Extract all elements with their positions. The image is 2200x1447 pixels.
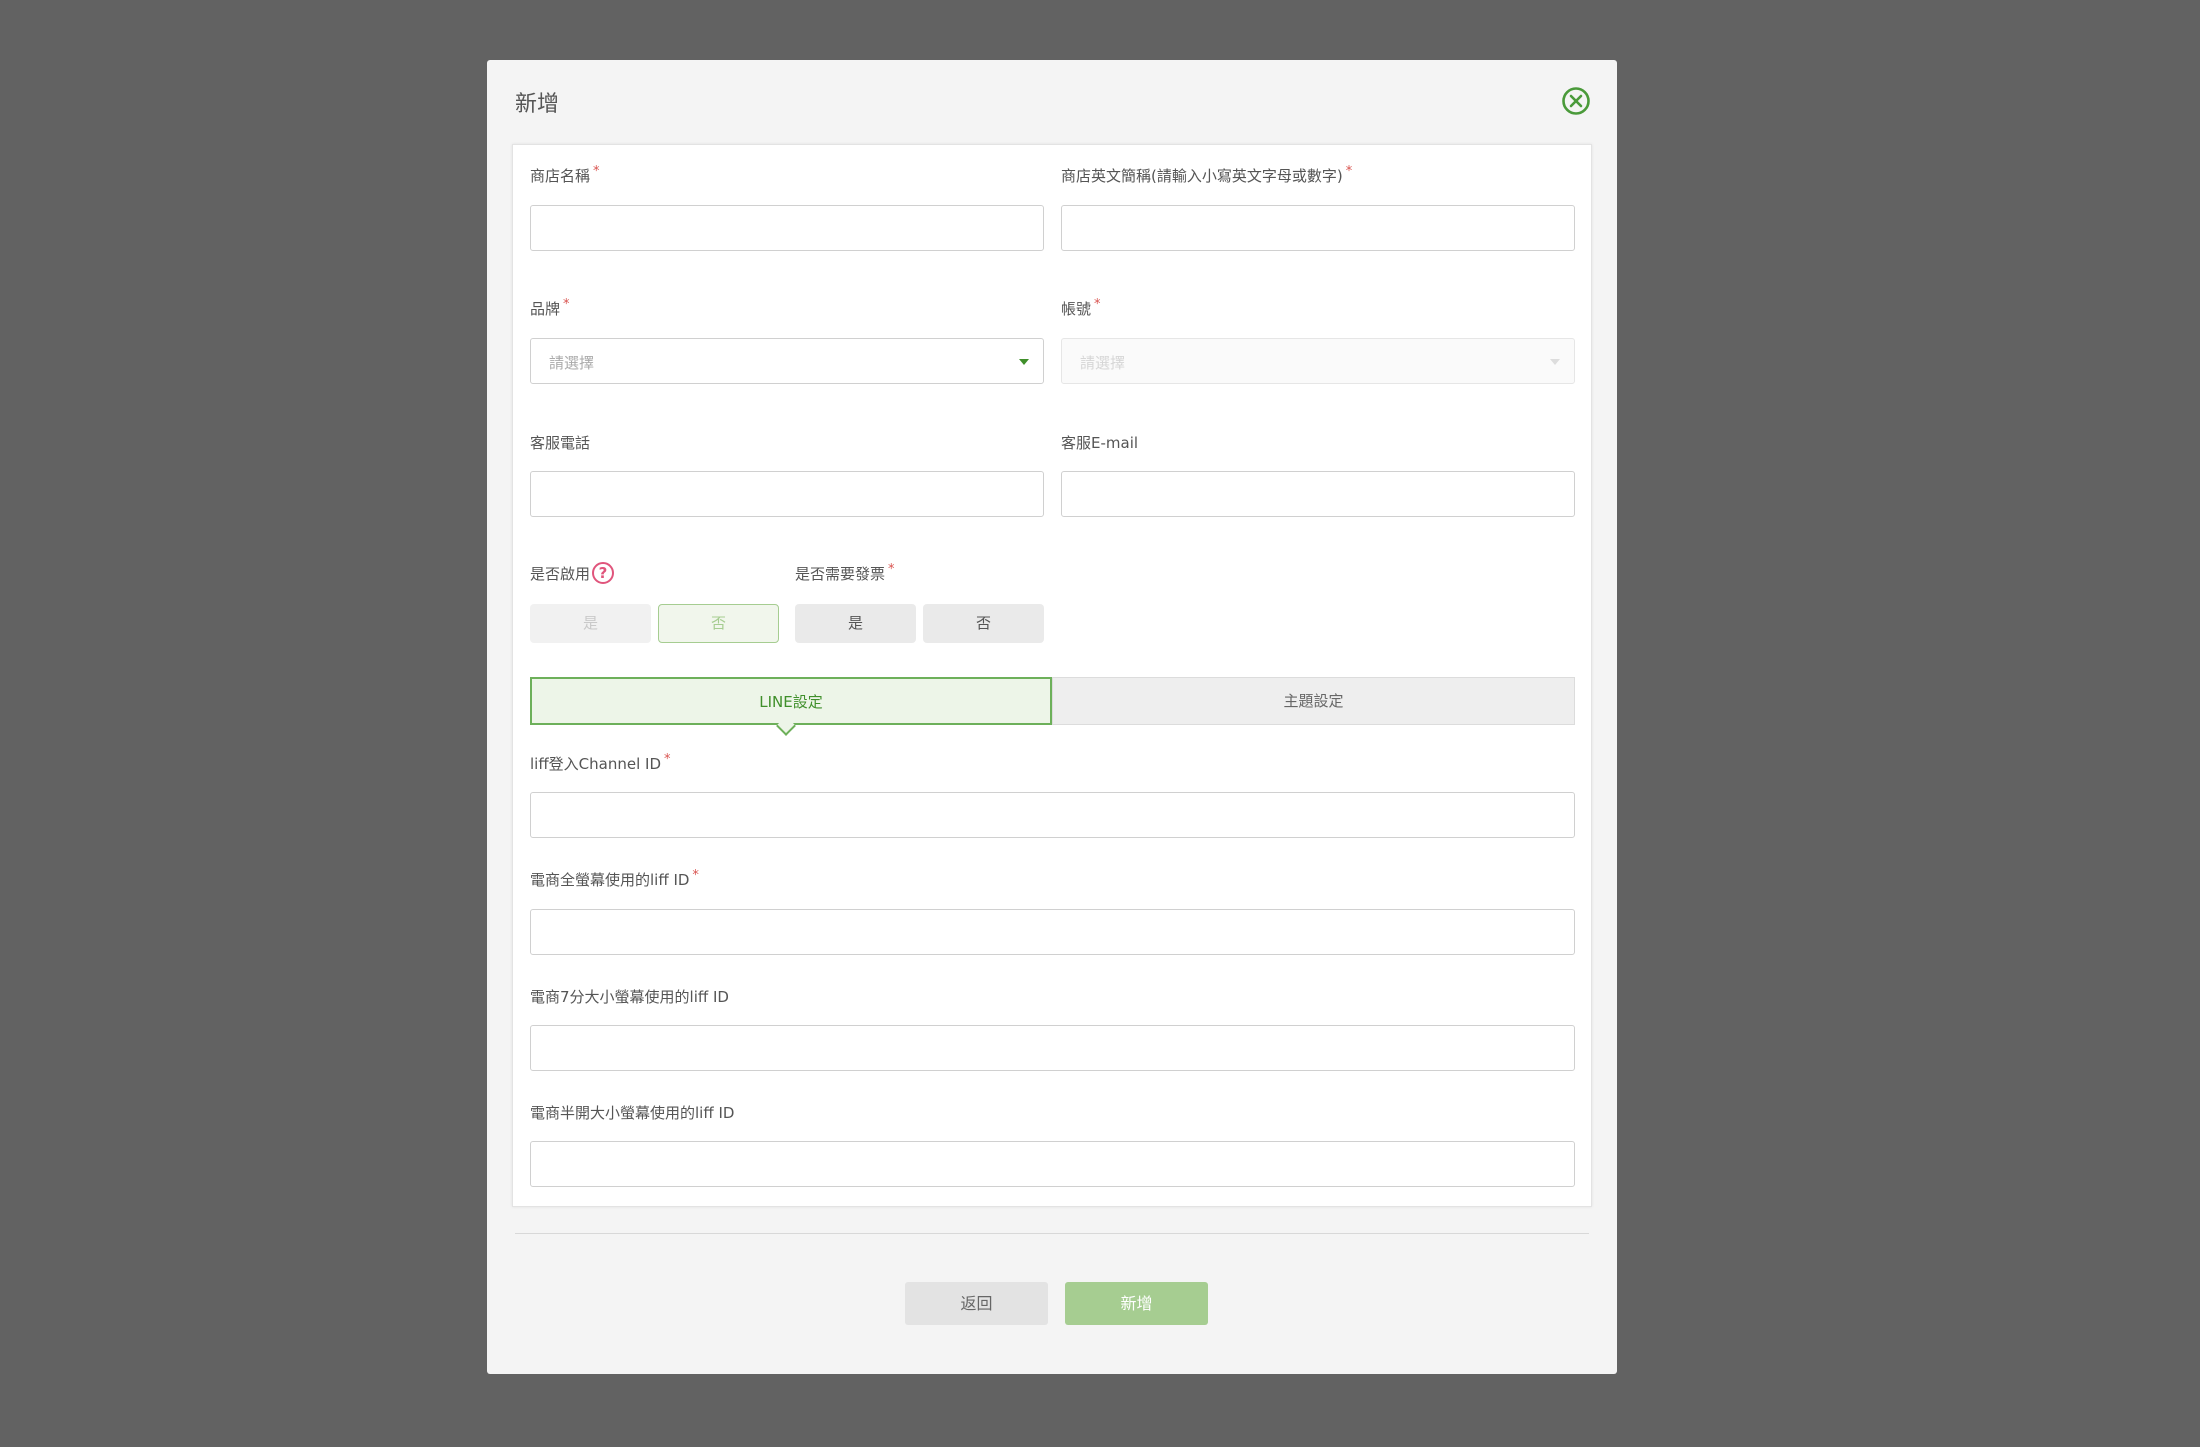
tall-liff-label: 電商7分大小螢幕使用的liff ID [530,988,729,1006]
compact-liff-input[interactable] [530,1141,1575,1187]
submit-button[interactable]: 新增 [1065,1282,1208,1325]
tall-liff-input[interactable] [530,1025,1575,1071]
tab-line-settings[interactable]: LINE設定 [530,677,1052,725]
caret-down-icon [1550,359,1560,365]
caret-down-icon [1019,359,1029,365]
enabled-no-toggle: 否 [658,604,779,643]
add-store-modal: 新增 商店名稱 * 商店英文簡稱(請輸入小寫英文字母或數字) * 品牌 * 請選擇 帳… [487,60,1617,1374]
invoice-no-toggle[interactable]: 否 [923,604,1044,643]
footer-divider [515,1233,1589,1234]
brand-select[interactable]: 請選擇 [530,338,1044,384]
modal-header: 新增 [487,60,1617,144]
store-name-input[interactable] [530,205,1044,251]
brand-placeholder: 請選擇 [549,354,595,372]
form-card: 商店名稱 * 商店英文簡稱(請輸入小寫英文字母或數字) * 品牌 * 請選擇 帳號 * … [512,144,1592,1207]
account-label: 帳號 * [1061,297,1101,318]
back-button[interactable]: 返回 [905,1282,1048,1325]
question-circle-icon[interactable]: ? [592,561,615,584]
channel-id-label: liff登入Channel ID * [530,752,671,773]
close-circle-icon [1562,87,1590,115]
account-placeholder: 請選擇 [1080,354,1126,372]
compact-liff-label: 電商半開大小螢幕使用的liff ID [530,1104,735,1122]
service-email-input[interactable] [1061,471,1575,517]
service-phone-label: 客服電話 [530,434,591,452]
brand-label: 品牌 * [530,297,570,318]
full-liff-input[interactable] [530,909,1575,955]
account-select: 請選擇 [1061,338,1575,384]
channel-id-input[interactable] [530,792,1575,838]
service-phone-input[interactable] [530,471,1044,517]
close-button[interactable] [1561,86,1591,116]
modal-title: 新增 [515,92,560,117]
store-en-name-input[interactable] [1061,205,1575,251]
enabled-yes-toggle: 是 [530,604,651,643]
invoice-label: 是否需要發票 * [795,562,895,583]
enabled-label: 是否啟用? [530,561,615,586]
store-en-name-label: 商店英文簡稱(請輸入小寫英文字母或數字) * [1061,164,1353,185]
invoice-yes-toggle[interactable]: 是 [795,604,916,643]
store-name-label: 商店名稱 * [530,164,600,185]
tab-theme-settings[interactable]: 主題設定 [1052,677,1575,725]
full-liff-label: 電商全螢幕使用的liff ID * [530,868,699,889]
service-email-label: 客服E-mail [1061,434,1139,452]
